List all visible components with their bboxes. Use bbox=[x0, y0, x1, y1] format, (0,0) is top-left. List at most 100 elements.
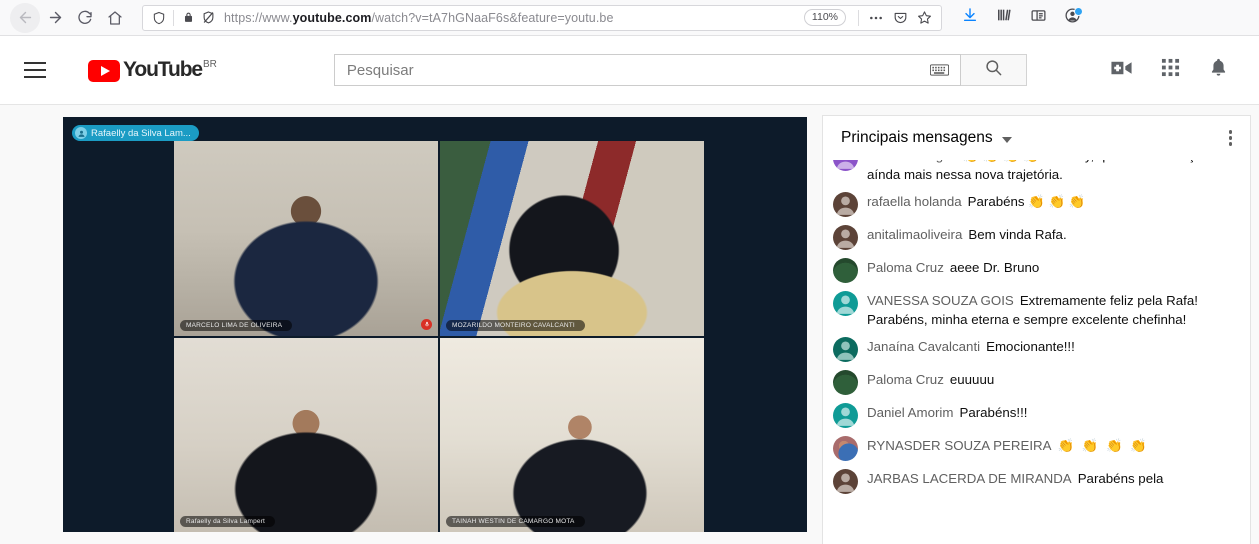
create-video-icon bbox=[1110, 59, 1133, 82]
avatar bbox=[833, 225, 858, 250]
chat-message[interactable]: Paloma Cruz euuuuu bbox=[833, 366, 1240, 399]
chat-text: aeee Dr. Bruno bbox=[949, 260, 1040, 275]
zoom-level-badge[interactable]: 110% bbox=[803, 9, 846, 26]
chat-message[interactable]: anitalimaoliveira Bem vinda Rafa. bbox=[833, 221, 1240, 254]
chat-message[interactable]: Deise Sonaglio👏 👏 👏 👏 Rafaelly, que Deus… bbox=[833, 160, 1240, 188]
participant-tile[interactable]: MOZARILDO MONTEIRO CAVALCANTI bbox=[440, 141, 704, 336]
chat-message[interactable]: rafaella holanda Parabéns 👏 👏 👏 bbox=[833, 188, 1240, 221]
participant-tile[interactable]: Rafaelly da Silva Lampert bbox=[174, 337, 438, 532]
chat-message-body: RYNASDER SOUZA PEREIRA 👏 👏 👏 👏 bbox=[867, 435, 1149, 455]
hamburger-menu-icon-line-1 bbox=[24, 62, 46, 64]
page-content: Rafaelly da Silva Lam... MARCELO LIMA DE… bbox=[0, 105, 1259, 544]
reload-button[interactable] bbox=[70, 3, 100, 33]
chat-message-body: Deise Sonaglio👏 👏 👏 👏 Rafaelly, que Deus… bbox=[867, 160, 1240, 184]
chat-message[interactable]: Janaína Cavalcanti Emocionante!!! bbox=[833, 333, 1240, 366]
more-options-icon-dot-1 bbox=[1228, 130, 1232, 134]
padlock-icon[interactable] bbox=[178, 8, 198, 28]
more-options-icon-dot-3 bbox=[1228, 142, 1232, 146]
chat-message-body: JARBAS LACERDA DE MIRANDA Parabéns pela bbox=[867, 468, 1163, 488]
on-screen-keyboard-icon[interactable] bbox=[929, 62, 952, 78]
chat-message[interactable]: JARBAS LACERDA DE MIRANDA Parabéns pela bbox=[833, 465, 1240, 498]
forward-button[interactable] bbox=[40, 3, 70, 33]
chat-more-options-button[interactable] bbox=[1223, 124, 1239, 152]
notifications-button[interactable] bbox=[1208, 57, 1229, 83]
muted-mic-icon bbox=[421, 318, 432, 330]
chat-author[interactable]: anitalimaoliveira bbox=[867, 227, 962, 242]
avatar bbox=[833, 469, 858, 494]
create-video-button[interactable] bbox=[1110, 59, 1133, 82]
chat-author[interactable]: VANESSA SOUZA GOIS bbox=[867, 293, 1014, 308]
participant-grid: MARCELO LIMA DE OLIVEIRA MOZARILDO MONTE… bbox=[174, 141, 704, 532]
downloads-button[interactable] bbox=[956, 4, 984, 32]
youtube-logo-country: BR bbox=[203, 59, 217, 70]
hamburger-menu-icon-line-2 bbox=[24, 69, 46, 71]
chat-message-body: anitalimaoliveira Bem vinda Rafa. bbox=[867, 224, 1067, 244]
chat-author[interactable]: JARBAS LACERDA DE MIRANDA bbox=[867, 471, 1072, 486]
shield-icon[interactable] bbox=[149, 8, 169, 28]
reload-icon bbox=[77, 10, 93, 26]
active-speaker-name: Rafaelly da Silva Lam... bbox=[91, 127, 191, 139]
active-speaker-pill: Rafaelly da Silva Lam... bbox=[72, 125, 199, 141]
video-player[interactable]: Rafaelly da Silva Lam... MARCELO LIMA DE… bbox=[63, 117, 807, 532]
page-actions-ellipsis-icon[interactable] bbox=[865, 8, 887, 28]
search-input[interactable] bbox=[344, 60, 930, 80]
library-icon bbox=[996, 7, 1012, 28]
chat-message-body: Janaína Cavalcanti Emocionante!!! bbox=[867, 336, 1075, 356]
chat-author[interactable]: rafaella holanda bbox=[867, 194, 962, 209]
chat-author[interactable]: Daniel Amorim bbox=[867, 405, 953, 420]
live-chat-panel: Principais mensagens Deise Sonaglio👏 👏 👏… bbox=[822, 115, 1251, 544]
search-button[interactable] bbox=[960, 54, 1027, 86]
avatar bbox=[833, 370, 858, 395]
address-bar[interactable]: https://www.youtube.com/watch?v=tA7hGNaa… bbox=[142, 4, 942, 31]
avatar bbox=[833, 337, 858, 362]
urlbar-actions: 110% bbox=[803, 8, 935, 28]
participant-name-badge: MOZARILDO MONTEIRO CAVALCANTI bbox=[446, 319, 585, 331]
back-button[interactable] bbox=[10, 2, 40, 33]
avatar bbox=[833, 291, 858, 316]
youtube-logo[interactable]: YouTube BR bbox=[88, 57, 217, 83]
account-button[interactable] bbox=[1058, 4, 1086, 32]
participant-tile[interactable]: TAINAH WESTIN DE CAMARGO MOTA bbox=[440, 337, 704, 532]
chat-message[interactable]: RYNASDER SOUZA PEREIRA 👏 👏 👏 👏 bbox=[833, 432, 1240, 465]
chat-author[interactable]: RYNASDER SOUZA PEREIRA bbox=[867, 438, 1051, 453]
chat-text: 👏 👏 👏 👏 Rafaelly, que Deus abençoe aínda… bbox=[867, 160, 1210, 182]
chat-message-body: Daniel Amorim Parabéns!!! bbox=[867, 402, 1027, 422]
chat-author[interactable]: Janaína Cavalcanti bbox=[867, 339, 980, 354]
back-arrow-icon bbox=[17, 9, 34, 26]
apps-button[interactable] bbox=[1161, 58, 1180, 82]
sidebar-icon bbox=[1030, 7, 1047, 29]
chat-title[interactable]: Principais mensagens bbox=[841, 129, 993, 147]
sidebar-button[interactable] bbox=[1024, 4, 1052, 32]
url-suffix: /watch?v=tA7hGNaaF6s&feature=youtu.be bbox=[371, 10, 614, 25]
tracking-protection-off-icon[interactable] bbox=[198, 8, 218, 28]
chat-text: 👏 👏 👏 👏 bbox=[1057, 438, 1149, 453]
chat-author[interactable]: Deise Sonaglio bbox=[867, 160, 956, 163]
chat-text: Bem vinda Rafa. bbox=[968, 227, 1067, 242]
chat-message[interactable]: Paloma Cruz aeee Dr. Bruno bbox=[833, 254, 1240, 287]
magnifier-icon bbox=[984, 58, 1003, 82]
chat-message[interactable]: Daniel Amorim Parabéns!!! bbox=[833, 399, 1240, 432]
guide-toggle-button[interactable] bbox=[18, 52, 54, 88]
chat-author[interactable]: Paloma Cruz bbox=[867, 260, 944, 275]
chat-message-body: Paloma Cruz aeee Dr. Bruno bbox=[867, 257, 1039, 277]
chat-header: Principais mensagens bbox=[823, 116, 1250, 160]
youtube-logo-text: YouTube bbox=[123, 58, 203, 81]
browser-toolbar: https://www.youtube.com/watch?v=tA7hGNaa… bbox=[0, 0, 1259, 36]
search-box[interactable] bbox=[333, 54, 961, 86]
chat-text: Parabéns pela bbox=[1077, 471, 1164, 486]
pocket-icon[interactable] bbox=[889, 8, 911, 28]
library-button[interactable] bbox=[990, 4, 1018, 32]
star-bookmark-icon[interactable] bbox=[913, 8, 935, 28]
chevron-down-icon[interactable] bbox=[1001, 136, 1012, 143]
chat-message-list[interactable]: Deise Sonaglio👏 👏 👏 👏 Rafaelly, que Deus… bbox=[823, 160, 1250, 544]
url-prefix: https://www. bbox=[224, 10, 293, 25]
chat-author[interactable]: Paloma Cruz bbox=[867, 372, 944, 387]
home-button[interactable] bbox=[100, 3, 130, 33]
search-area bbox=[333, 54, 1027, 86]
chat-message[interactable]: VANESSA SOUZA GOIS Extremamente feliz pel… bbox=[833, 287, 1240, 333]
url-text[interactable]: https://www.youtube.com/watch?v=tA7hGNaa… bbox=[218, 11, 804, 25]
youtube-play-icon bbox=[88, 60, 120, 82]
notification-bell-icon bbox=[1208, 57, 1229, 83]
participant-tile[interactable]: MARCELO LIMA DE OLIVEIRA bbox=[174, 141, 438, 336]
avatar bbox=[833, 192, 858, 217]
